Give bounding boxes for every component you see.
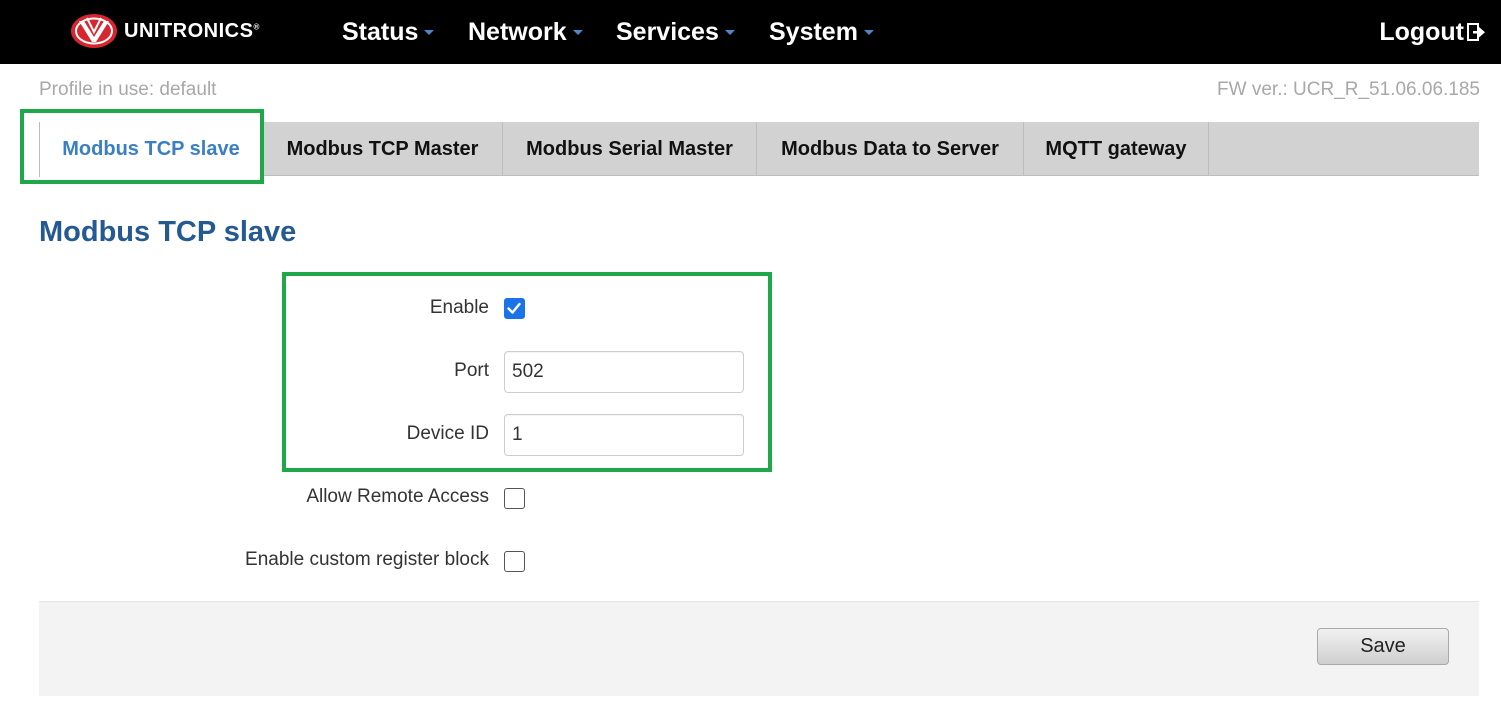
profile-in-use: Profile in use: default [39,79,217,100]
custom-register-block-label: Enable custom register block [245,549,489,570]
allow-remote-access-label: Allow Remote Access [306,486,489,507]
tab-label: Modbus Data to Server [781,137,999,160]
brand-logo[interactable]: UNITRONICS® [70,10,260,52]
save-button[interactable]: Save [1317,628,1449,665]
nav-status[interactable]: Status [342,0,435,64]
tab-label: Modbus Serial Master [526,137,733,160]
device-id-label: Device ID [406,423,489,444]
top-navbar: UNITRONICS® Status Network Services Syst… [0,0,1501,64]
tab-label: Modbus TCP slave [62,138,240,160]
nav-system-label: System [769,17,858,46]
chevron-down-icon [424,29,435,35]
nav-network[interactable]: Network [468,0,583,64]
form-footer [39,601,1479,696]
page-title: Modbus TCP slave [39,216,297,248]
nav-services-label: Services [616,17,719,46]
enable-label: Enable [429,297,489,318]
firmware-version: FW ver.: UCR_R_51.06.06.185 [1217,79,1480,100]
tab-modbus-data-to-server[interactable]: Modbus Data to Server [757,122,1024,176]
tab-label: Modbus TCP Master [286,137,479,160]
allow-remote-access-checkbox[interactable] [504,488,525,509]
tab-modbus-tcp-master[interactable]: Modbus TCP Master [263,122,503,176]
logout-label: Logout [1379,17,1464,46]
nav-status-label: Status [342,17,419,46]
chevron-down-icon [724,29,735,35]
nav-network-label: Network [468,17,567,46]
port-input[interactable] [504,351,744,393]
checkmark-icon [507,302,521,314]
port-label: Port [454,360,489,381]
logout-icon [1467,23,1485,41]
chevron-down-icon [572,29,583,35]
unitronics-logo-icon [71,14,117,48]
device-id-input[interactable] [504,414,744,456]
tab-label: MQTT gateway [1045,137,1187,160]
tab-modbus-tcp-slave[interactable]: Modbus TCP slave [39,122,263,177]
enable-checkbox[interactable] [504,298,525,319]
tab-bar: Modbus TCP slave Modbus TCP Master Modbu… [39,122,1479,177]
brand-name: UNITRONICS® [124,19,260,42]
custom-register-block-checkbox[interactable] [504,551,525,572]
chevron-down-icon [863,29,874,35]
tab-mqtt-gateway[interactable]: MQTT gateway [1024,122,1209,176]
nav-system[interactable]: System [769,0,874,64]
nav-services[interactable]: Services [616,0,735,64]
tab-modbus-serial-master[interactable]: Modbus Serial Master [503,122,757,176]
logout-button[interactable]: Logout [1379,0,1485,64]
